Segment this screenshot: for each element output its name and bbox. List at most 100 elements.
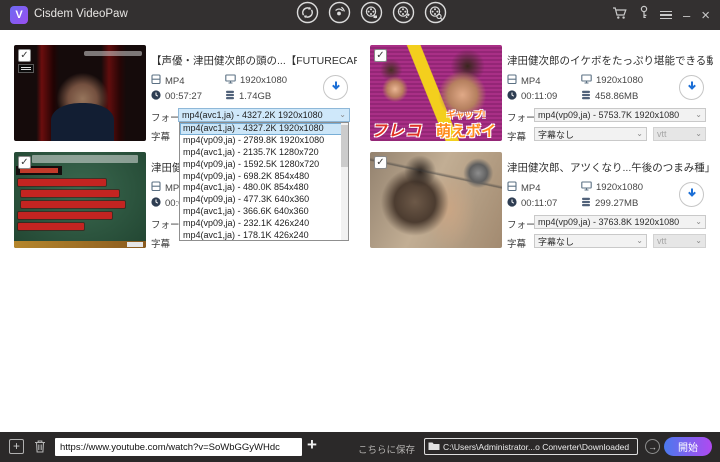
video-card-1: ✓ 【声優・津田健次郎の頭の...【FUTURECARD】 MP4 1920x1… — [10, 42, 357, 241]
container-format: MP4 — [521, 75, 541, 87]
open-folder-button[interactable]: → — [645, 439, 660, 454]
video-thumbnail-3: ギャップ! 萌えボイ フレコ ✓ — [370, 45, 502, 141]
subtitle-label: 字幕 — [151, 132, 171, 143]
add-url-button[interactable]: + — [307, 435, 317, 455]
start-button[interactable]: 開始 — [664, 437, 712, 456]
duration-value: 00:11:07 — [521, 198, 558, 209]
converter-button[interactable] — [360, 1, 383, 29]
format-selected-value: mp4(vp09,ja) - 5753.7K 1920x1080 — [538, 110, 680, 120]
file-type-icon — [151, 74, 161, 88]
dropdown-scrollbar[interactable] — [341, 123, 348, 240]
resolution-value: 1920x1080 — [596, 75, 644, 86]
register-button[interactable] — [639, 5, 649, 25]
downloader-icon — [296, 1, 319, 29]
save-path-text: C:\Users\Administrator...o Converter\Dow… — [443, 441, 630, 452]
download-arrow-icon — [686, 79, 698, 97]
file-type-icon — [507, 74, 517, 88]
format-selected-value: mp4(vp09,ja) - 3763.8K 1920x1080 — [538, 217, 680, 227]
app-title: Cisdem VideoPaw — [34, 8, 128, 20]
app-window: V Cisdem VideoPaw – × ✓ 【声優・津田健次郎の頭の...【… — [0, 0, 720, 462]
resolution-value: 1920x1080 — [240, 75, 288, 86]
video-card-4: ✓ 津田健次郎、アツくなり...午後のつまみ種」新CM MP4 1920x108… — [366, 149, 713, 253]
file-type-icon — [507, 181, 517, 195]
subtitle-ext-value: vtt — [657, 129, 667, 139]
subtitle-format-select-3[interactable]: vtt ⌄ — [653, 127, 706, 141]
select-video-checkbox-2[interactable]: ✓ — [18, 156, 31, 169]
video-title: 津田健次郎のイケボをたっぷり堪能できる動画 — [507, 55, 713, 67]
select-video-checkbox-3[interactable]: ✓ — [374, 49, 387, 62]
video-title: 【声優・津田健次郎の頭の...【FUTURECARD】 — [151, 55, 357, 67]
titlebar: V Cisdem VideoPaw – × — [0, 0, 720, 30]
resolution-icon — [581, 74, 592, 87]
downloader-button[interactable] — [296, 1, 319, 29]
file-size-icon — [581, 197, 591, 210]
save-path-field[interactable]: C:\Users\Administrator...o Converter\Dow… — [424, 438, 638, 455]
format-option[interactable]: mp4(vp09,ja) - 232.1K 426x240 — [180, 218, 343, 230]
editor-film-reel-icon — [392, 1, 415, 29]
minimize-button[interactable]: – — [683, 9, 690, 22]
cart-button[interactable] — [612, 6, 628, 25]
video-details-3: 津田健次郎のイケボをたっぷり堪能できる動画 MP4 1920x1080 00:1… — [507, 42, 713, 146]
resolution-icon — [225, 74, 236, 87]
app-logo-icon: V — [10, 6, 28, 24]
download-button-1[interactable] — [323, 75, 348, 100]
download-button-4[interactable] — [679, 182, 704, 207]
recorder-icon — [328, 1, 351, 29]
format-select-4[interactable]: mp4(vp09,ja) - 3763.8K 1920x1080 ⌄ — [534, 215, 706, 229]
select-video-checkbox-4[interactable]: ✓ — [374, 156, 387, 169]
container-format: MP4 — [521, 182, 541, 194]
subtitle-format-select-4[interactable]: vtt ⌄ — [653, 234, 706, 248]
format-option[interactable]: mp4(avc1,ja) - 2135.7K 1280x720 — [180, 147, 343, 159]
duration-clock-icon — [151, 197, 161, 210]
resolution-value: 1920x1080 — [596, 182, 644, 193]
recorder-button[interactable] — [328, 1, 351, 29]
download-arrow-icon — [330, 79, 342, 97]
format-option[interactable]: mp4(vp09,ja) - 1592.5K 1280x720 — [180, 159, 343, 171]
subtitle-selected-value: 字幕なし — [538, 236, 575, 247]
player-film-reel-icon — [424, 1, 447, 29]
subtitle-select-4[interactable]: 字幕なし ⌄ — [534, 234, 647, 248]
format-option[interactable]: mp4(avc1,ja) - 480.0K 854x480 — [180, 182, 343, 194]
chevron-down-icon: ⌄ — [636, 236, 643, 245]
bottombar: + + こちらに保存 C:\Users\Administrator...o Co… — [0, 432, 720, 462]
video-details-4: 津田健次郎、アツくなり...午後のつまみ種」新CM MP4 1920x1080 … — [507, 149, 713, 253]
container-format: MP4 — [165, 75, 185, 87]
add-task-button[interactable]: + — [9, 439, 24, 454]
format-option[interactable]: mp4(avc1,ja) - 4327.2K 1920x1080 — [180, 123, 343, 135]
duration-clock-icon — [151, 90, 161, 103]
chevron-down-icon: ⌄ — [695, 110, 702, 119]
download-button-3[interactable] — [679, 75, 704, 100]
resolution-icon — [581, 181, 592, 194]
subtitle-select-3[interactable]: 字幕なし ⌄ — [534, 127, 647, 141]
menu-button[interactable] — [660, 10, 672, 20]
format-dropdown-list: mp4(avc1,ja) - 4327.2K 1920x1080 mp4(vp09… — [179, 122, 349, 241]
chevron-down-icon: ⌄ — [695, 129, 702, 138]
key-icon — [639, 5, 649, 24]
thumbnail-caption-left: フレコ — [371, 123, 423, 140]
video-thumbnail-4: ✓ — [370, 152, 502, 248]
duration-clock-icon — [507, 90, 517, 103]
format-select-open[interactable]: mp4(avc1,ja) - 4327.2K 1920x1080 ⌄ — [178, 108, 350, 122]
close-button[interactable]: × — [701, 8, 710, 23]
file-type-icon — [151, 181, 161, 195]
converter-film-reel-icon — [360, 1, 383, 29]
format-selected-value: mp4(avc1,ja) - 4327.2K 1920x1080 — [182, 110, 323, 120]
thumbnail-caption-right: 萌えボイ — [436, 123, 497, 140]
file-size-value: 458.86MB — [595, 91, 639, 102]
file-size-value: 299.27MB — [595, 198, 639, 209]
format-option[interactable]: mp4(avc1,ja) - 178.1K 426x240 — [180, 230, 343, 240]
subtitle-label: 字幕 — [507, 239, 527, 250]
format-option[interactable]: mp4(vp09,ja) - 2789.8K 1920x1080 — [180, 135, 343, 147]
folder-icon — [428, 441, 440, 453]
format-option[interactable]: mp4(avc1,ja) - 366.6K 640x360 — [180, 206, 343, 218]
select-video-checkbox-1[interactable]: ✓ — [18, 49, 31, 62]
format-select-3[interactable]: mp4(vp09,ja) - 5753.7K 1920x1080 ⌄ — [534, 108, 706, 122]
format-option[interactable]: mp4(vp09,ja) - 477.3K 640x360 — [180, 194, 343, 206]
url-input[interactable] — [55, 438, 302, 456]
file-size-icon — [581, 90, 591, 103]
player-button[interactable] — [424, 1, 447, 29]
format-option[interactable]: mp4(vp09,ja) - 698.2K 854x480 — [180, 171, 343, 183]
delete-button[interactable] — [33, 439, 47, 454]
editor-button[interactable] — [392, 1, 415, 29]
mode-toolbar — [296, 1, 447, 29]
